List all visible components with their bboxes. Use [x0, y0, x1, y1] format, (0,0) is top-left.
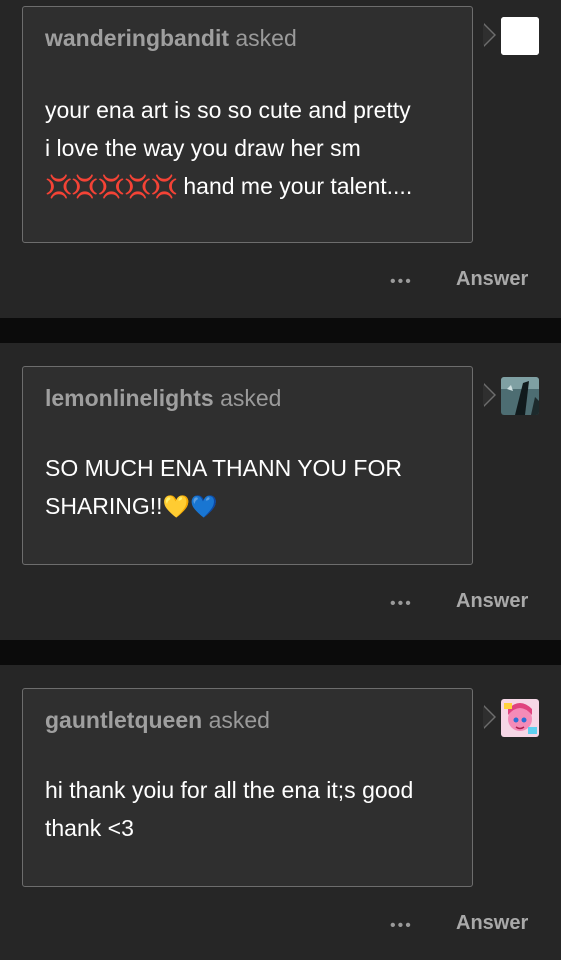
ask-message: SO MUCH ENA THANN YOU FOR SHARING!!💛💙	[45, 449, 465, 526]
message-line: thank <3	[45, 815, 134, 841]
anger-emoji: 💢💢💢💢💢	[45, 174, 178, 199]
message-line: 💢💢💢💢💢 hand me your talent....	[45, 167, 465, 206]
message-line: SO MUCH ENA THANN YOU FOR	[45, 455, 402, 481]
ask-message: hi thank yoiu for all the ena it;s good …	[45, 771, 470, 847]
answer-button[interactable]: Answer	[456, 268, 528, 291]
ask-card-2: lemonlinelights asked SO MUCH ENA THANN …	[0, 343, 561, 640]
more-options-icon[interactable]: •••	[390, 595, 413, 613]
post-footer: ••• Answer	[0, 590, 561, 620]
answer-button[interactable]: Answer	[456, 912, 528, 935]
asker-username[interactable]: gauntletqueen	[45, 707, 202, 733]
blank-white-avatar-icon	[501, 17, 539, 55]
asker-username[interactable]: lemonlinelights	[45, 385, 214, 411]
message-text: hand me your talent....	[176, 173, 413, 199]
asker-line: wanderingbandit asked	[45, 25, 297, 52]
more-options-icon[interactable]: •••	[390, 273, 413, 291]
ask-bubble: lemonlinelights asked SO MUCH ENA THANN …	[22, 366, 496, 565]
ask-card-1: wanderingbandit asked your ena art is so…	[0, 0, 561, 318]
avatar[interactable]	[501, 699, 539, 737]
hearts-emoji: 💛💙	[162, 494, 218, 519]
ask-bubble: gauntletqueen asked hi thank yoiu for al…	[22, 688, 496, 887]
asker-username[interactable]: wanderingbandit	[45, 25, 229, 51]
avatar[interactable]	[501, 17, 539, 55]
ask-bubble: wanderingbandit asked your ena art is so…	[22, 6, 496, 243]
avatar[interactable]	[501, 377, 539, 415]
message-line: i love the way you draw her sm	[45, 135, 361, 161]
ask-message: your ena art is so so cute and pretty i …	[45, 91, 465, 206]
post-footer: ••• Answer	[0, 912, 561, 942]
message-line: your ena art is so so cute and pretty	[45, 97, 411, 123]
asked-label: asked	[220, 385, 282, 411]
asker-line: gauntletqueen asked	[45, 707, 270, 734]
asker-line: lemonlinelights asked	[45, 385, 281, 412]
message-line: hi thank yoiu for all the ena it;s good	[45, 777, 414, 803]
asked-label: asked	[235, 25, 297, 51]
pink-anime-avatar-icon	[501, 699, 539, 737]
post-footer: ••• Answer	[0, 268, 561, 298]
message-text: SHARING!!	[45, 493, 163, 519]
more-options-icon[interactable]: •••	[390, 917, 413, 935]
dark-teal-avatar-icon	[501, 377, 539, 415]
message-line: SHARING!!💛💙	[45, 487, 465, 526]
answer-button[interactable]: Answer	[456, 590, 528, 613]
asked-label: asked	[208, 707, 270, 733]
ask-card-3: gauntletqueen asked hi thank yoiu for al…	[0, 665, 561, 960]
